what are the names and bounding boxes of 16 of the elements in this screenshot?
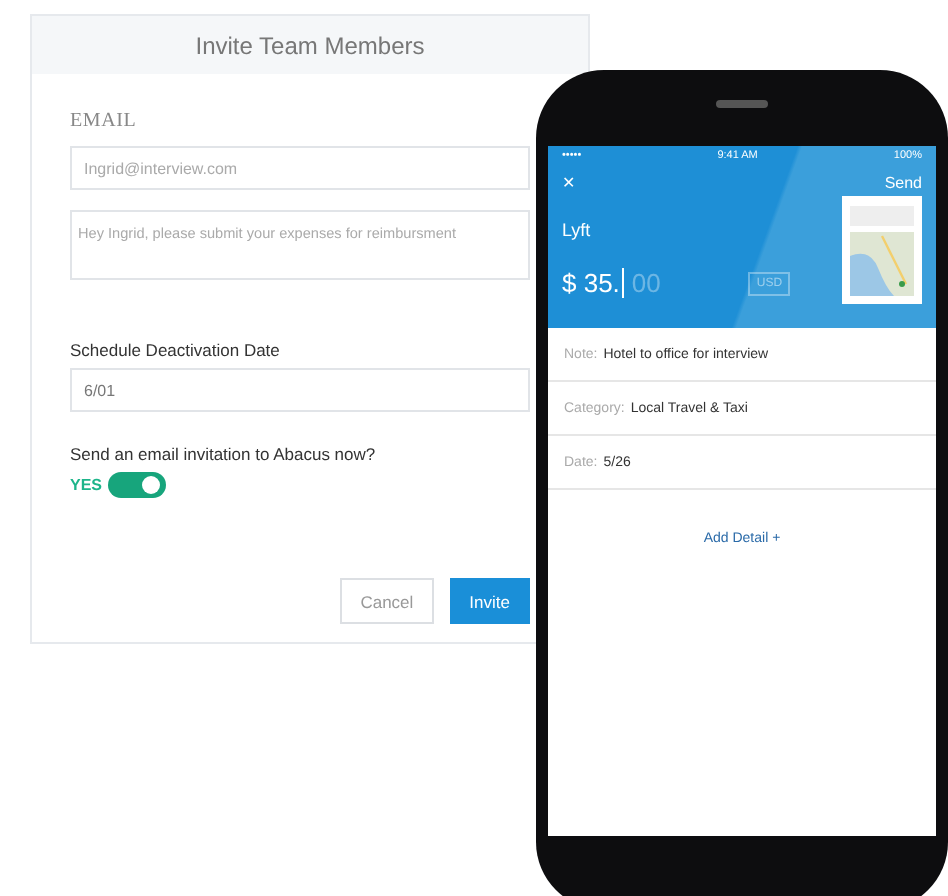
toggle-label: YES: [70, 476, 103, 494]
card-title: Invite Team Members: [32, 16, 588, 74]
send-button[interactable]: Send: [884, 174, 922, 192]
invite-button[interactable]: Invite: [449, 578, 530, 624]
date-label: Schedule Deactivation Date: [70, 340, 280, 360]
merchant-name: Lyft: [562, 220, 593, 240]
invite-toggle[interactable]: [108, 472, 167, 498]
email-field[interactable]: Ingrid@interview.com: [70, 146, 530, 190]
cancel-button[interactable]: Cancel: [340, 578, 434, 624]
amount-hint: 00: [631, 268, 661, 298]
invite-question: Send an email invitation to Abacus now?: [70, 444, 376, 464]
phone-speaker: [716, 100, 768, 108]
amount-value[interactable]: $ 35.: [562, 268, 624, 298]
email-label: EMAIL: [70, 110, 139, 132]
close-icon[interactable]: ✕: [562, 174, 576, 192]
date-field[interactable]: 6/01: [70, 368, 530, 412]
